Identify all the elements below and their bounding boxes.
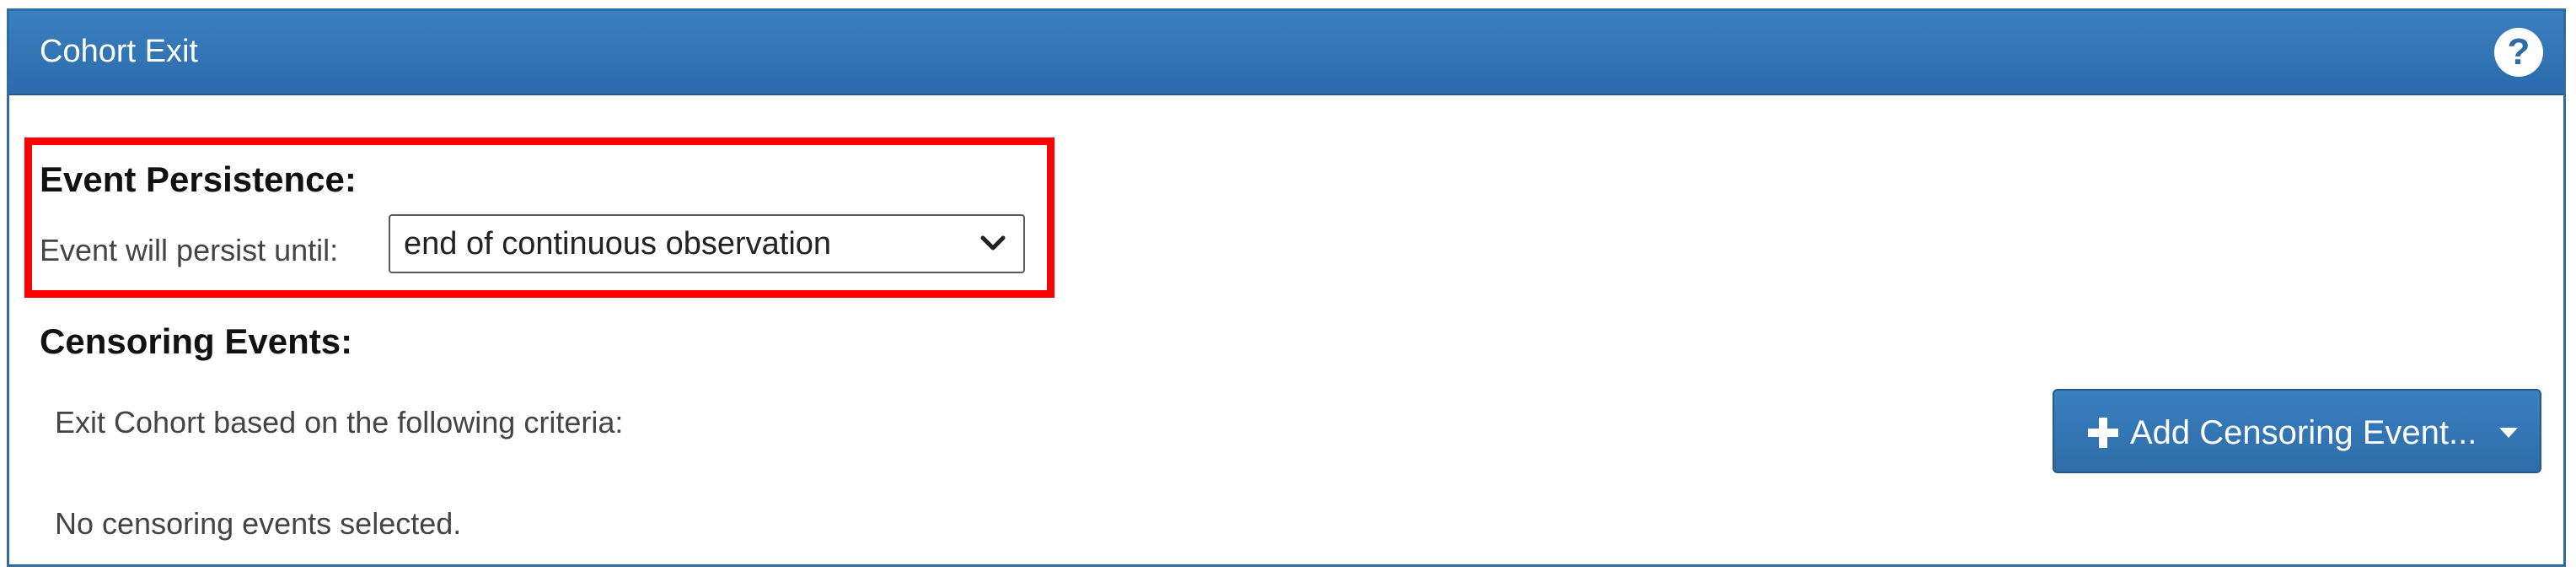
add-censoring-event-label: Add Censoring Event...: [2130, 414, 2477, 451]
persistence-select[interactable]: end of continuous observation: [389, 214, 1025, 273]
help-icon[interactable]: ?: [2494, 28, 2543, 77]
criteria-text: Exit Cohort based on the following crite…: [55, 405, 624, 439]
plus-icon: [2088, 418, 2118, 448]
censoring-events-heading: Censoring Events:: [40, 321, 353, 361]
chevron-down-icon: [980, 235, 1006, 251]
persistence-select-value: end of continuous observation: [404, 226, 832, 262]
persist-until-label: Event will persist until:: [40, 233, 339, 267]
cohort-exit-panel: Cohort Exit ? Event Persistence: Event w…: [7, 8, 2566, 567]
caret-down-icon: [2499, 428, 2518, 438]
empty-state-text: No censoring events selected.: [55, 506, 462, 541]
panel-title: Cohort Exit: [40, 34, 198, 69]
add-censoring-event-button[interactable]: Add Censoring Event...: [2053, 389, 2541, 473]
event-persistence-heading: Event Persistence:: [40, 159, 357, 199]
panel-header: Cohort Exit ?: [9, 11, 2563, 95]
